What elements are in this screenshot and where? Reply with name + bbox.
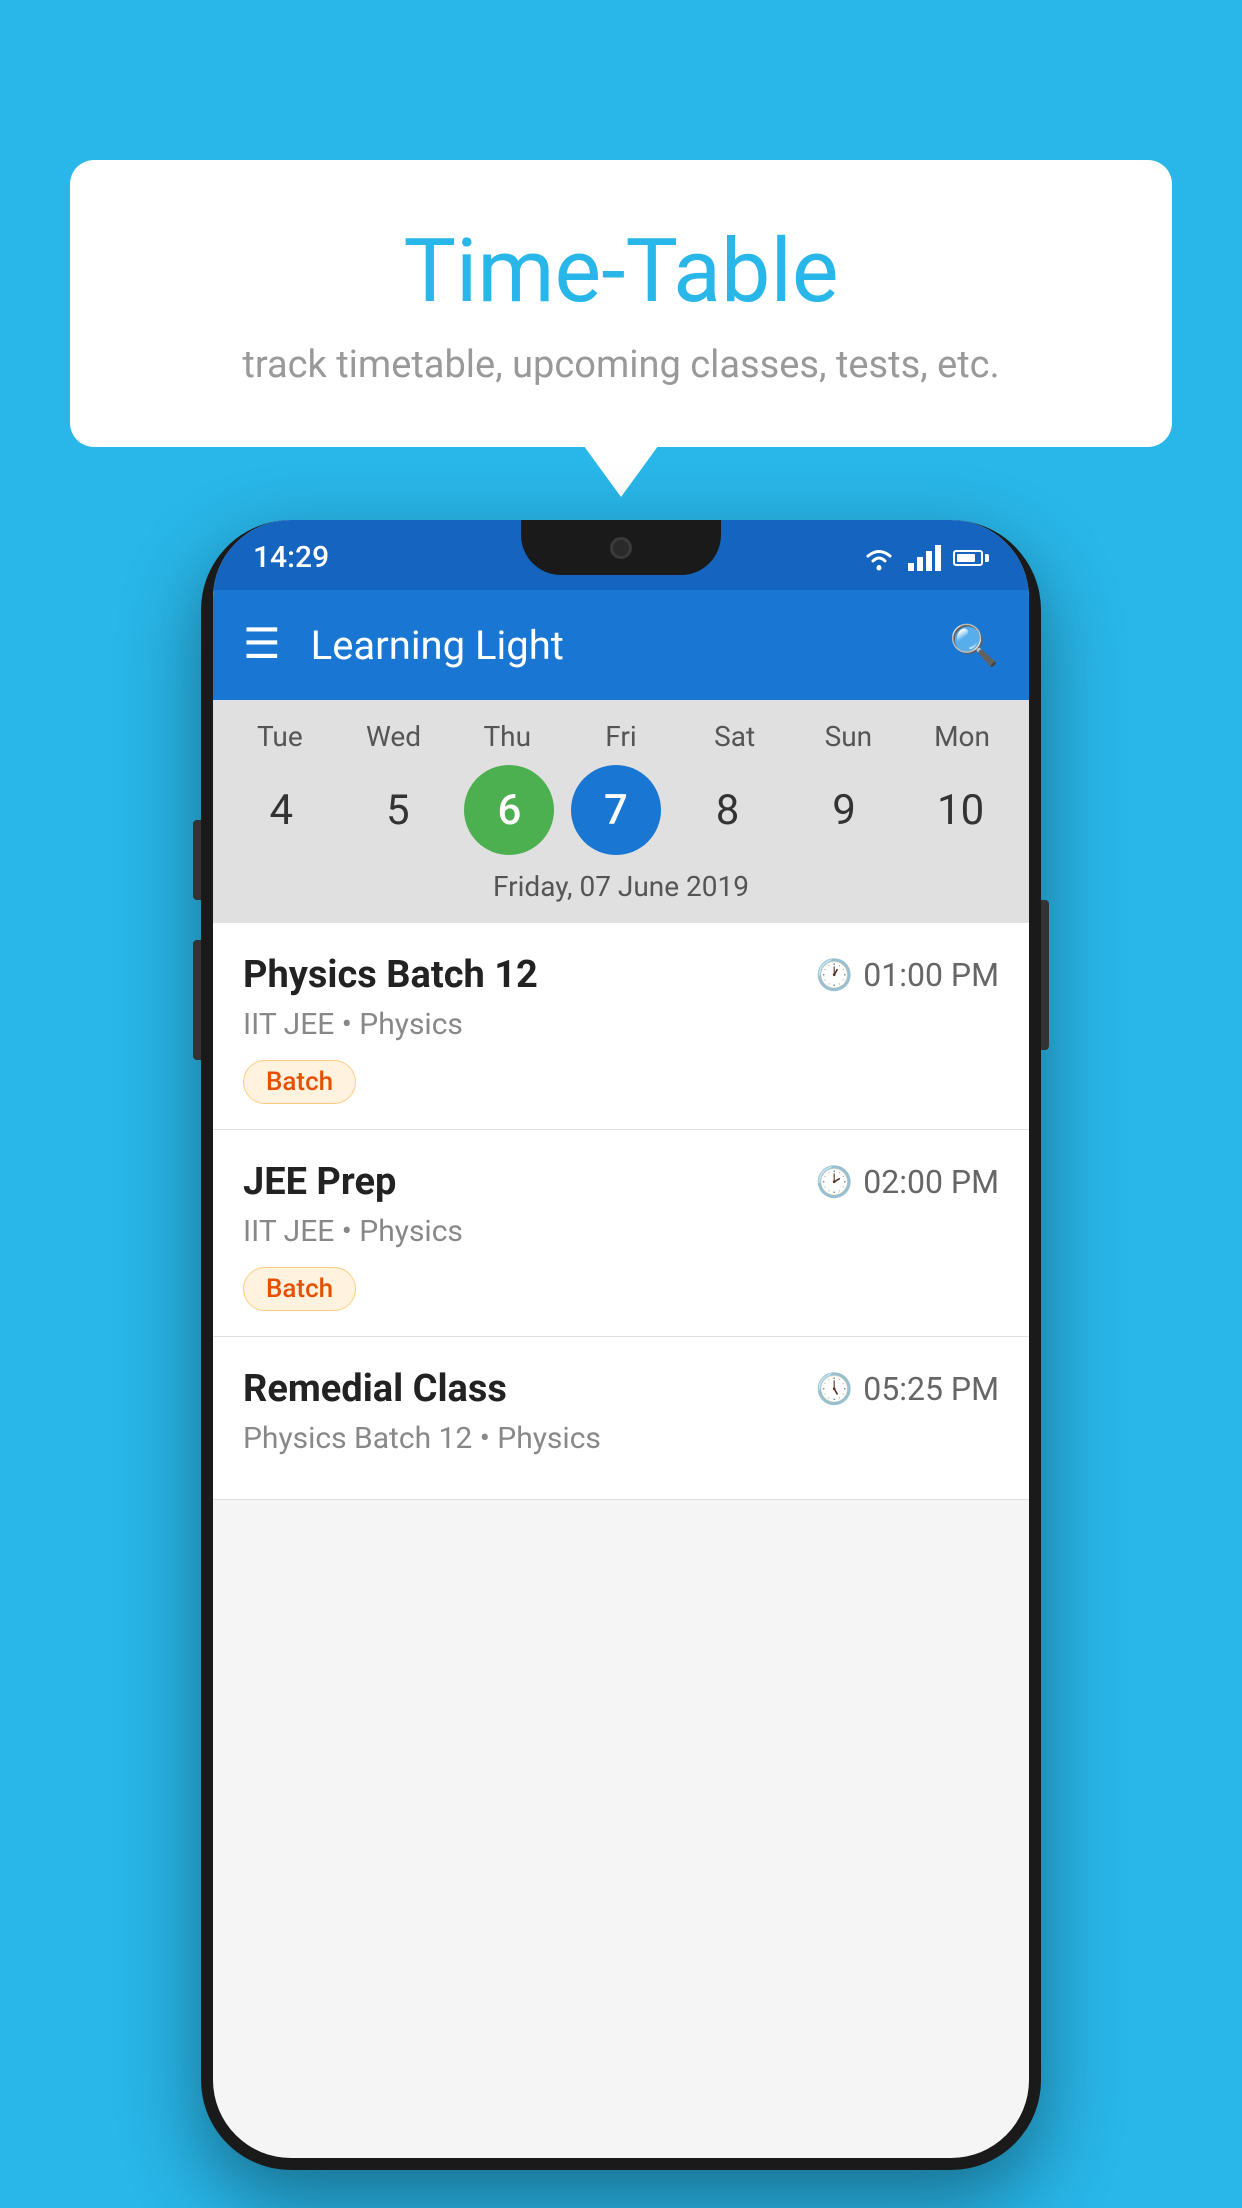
date-7-selected[interactable]: 7	[571, 765, 661, 855]
side-button-left	[193, 820, 201, 900]
day-numbers: 4 5 6 7 8 9 10	[223, 765, 1019, 855]
app-bar: ☰ Learning Light 🔍	[213, 590, 1029, 700]
date-10[interactable]: 10	[911, 765, 1011, 855]
status-time: 14:29	[253, 535, 329, 575]
schedule-item-2-time-text: 02:00 PM	[863, 1163, 999, 1201]
batch-badge-1: Batch	[243, 1060, 356, 1104]
schedule-item-3[interactable]: Remedial Class 🕔 05:25 PM Physics Batch …	[213, 1337, 1029, 1500]
battery-icon	[953, 550, 989, 566]
schedule-item-3-header: Remedial Class 🕔 05:25 PM	[243, 1367, 999, 1411]
side-button-right	[1041, 900, 1049, 1050]
camera	[610, 537, 632, 559]
speech-bubble-container: Time-Table track timetable, upcoming cla…	[70, 160, 1172, 447]
day-headers: Tue Wed Thu Fri Sat Sun Mon	[223, 720, 1019, 753]
speech-bubble: Time-Table track timetable, upcoming cla…	[70, 160, 1172, 447]
schedule-item-1-title: Physics Batch 12	[243, 953, 538, 997]
schedule-item-2[interactable]: JEE Prep 🕑 02:00 PM IIT JEE • Physics Ba…	[213, 1130, 1029, 1337]
bubble-subtitle: track timetable, upcoming classes, tests…	[110, 343, 1132, 387]
schedule-item-3-subtitle: Physics Batch 12 • Physics	[243, 1421, 999, 1456]
day-sat: Sat	[685, 720, 785, 753]
schedule-container: Physics Batch 12 🕐 01:00 PM IIT JEE • Ph…	[213, 923, 1029, 1500]
schedule-item-1-header: Physics Batch 12 🕐 01:00 PM	[243, 953, 999, 997]
date-9[interactable]: 9	[794, 765, 894, 855]
phone-outer: 14:29	[201, 520, 1041, 2170]
day-wed: Wed	[344, 720, 444, 753]
phone-notch	[521, 520, 721, 575]
date-8[interactable]: 8	[678, 765, 778, 855]
date-label: Friday, 07 June 2019	[223, 870, 1019, 908]
search-icon[interactable]: 🔍	[949, 622, 999, 669]
schedule-item-3-title: Remedial Class	[243, 1367, 507, 1411]
day-fri: Fri	[571, 720, 671, 753]
status-icons	[862, 540, 989, 571]
schedule-item-1-time: 🕐 01:00 PM	[816, 956, 999, 994]
phone-screen: 14:29	[213, 520, 1029, 2158]
date-5[interactable]: 5	[348, 765, 448, 855]
day-thu: Thu	[457, 720, 557, 753]
day-sun: Sun	[798, 720, 898, 753]
day-tue: Tue	[230, 720, 330, 753]
schedule-item-1-subtitle: IIT JEE • Physics	[243, 1007, 999, 1042]
schedule-item-2-header: JEE Prep 🕑 02:00 PM	[243, 1160, 999, 1204]
schedule-item-1[interactable]: Physics Batch 12 🕐 01:00 PM IIT JEE • Ph…	[213, 923, 1029, 1130]
schedule-item-2-time: 🕑 02:00 PM	[816, 1163, 999, 1201]
schedule-item-3-time: 🕔 05:25 PM	[816, 1370, 999, 1408]
hamburger-icon[interactable]: ☰	[243, 624, 281, 666]
schedule-item-2-title: JEE Prep	[243, 1160, 396, 1204]
day-mon: Mon	[912, 720, 1012, 753]
app-title: Learning Light	[311, 622, 950, 669]
bubble-title: Time-Table	[110, 220, 1132, 323]
schedule-item-2-subtitle: IIT JEE • Physics	[243, 1214, 999, 1249]
clock-icon-2: 🕑	[816, 1165, 853, 1200]
side-button-left2	[193, 940, 201, 1060]
schedule-item-1-time-text: 01:00 PM	[863, 956, 999, 994]
signal-icon	[908, 545, 941, 571]
calendar-section: Tue Wed Thu Fri Sat Sun Mon 4 5 6 7 8 9 …	[213, 700, 1029, 923]
clock-icon-3: 🕔	[816, 1372, 853, 1407]
phone-container: 14:29	[201, 520, 1041, 2170]
wifi-icon	[862, 545, 896, 571]
clock-icon-1: 🕐	[816, 958, 853, 993]
batch-badge-2: Batch	[243, 1267, 356, 1311]
schedule-item-3-time-text: 05:25 PM	[863, 1370, 999, 1408]
date-6-today[interactable]: 6	[464, 765, 554, 855]
date-4[interactable]: 4	[231, 765, 331, 855]
